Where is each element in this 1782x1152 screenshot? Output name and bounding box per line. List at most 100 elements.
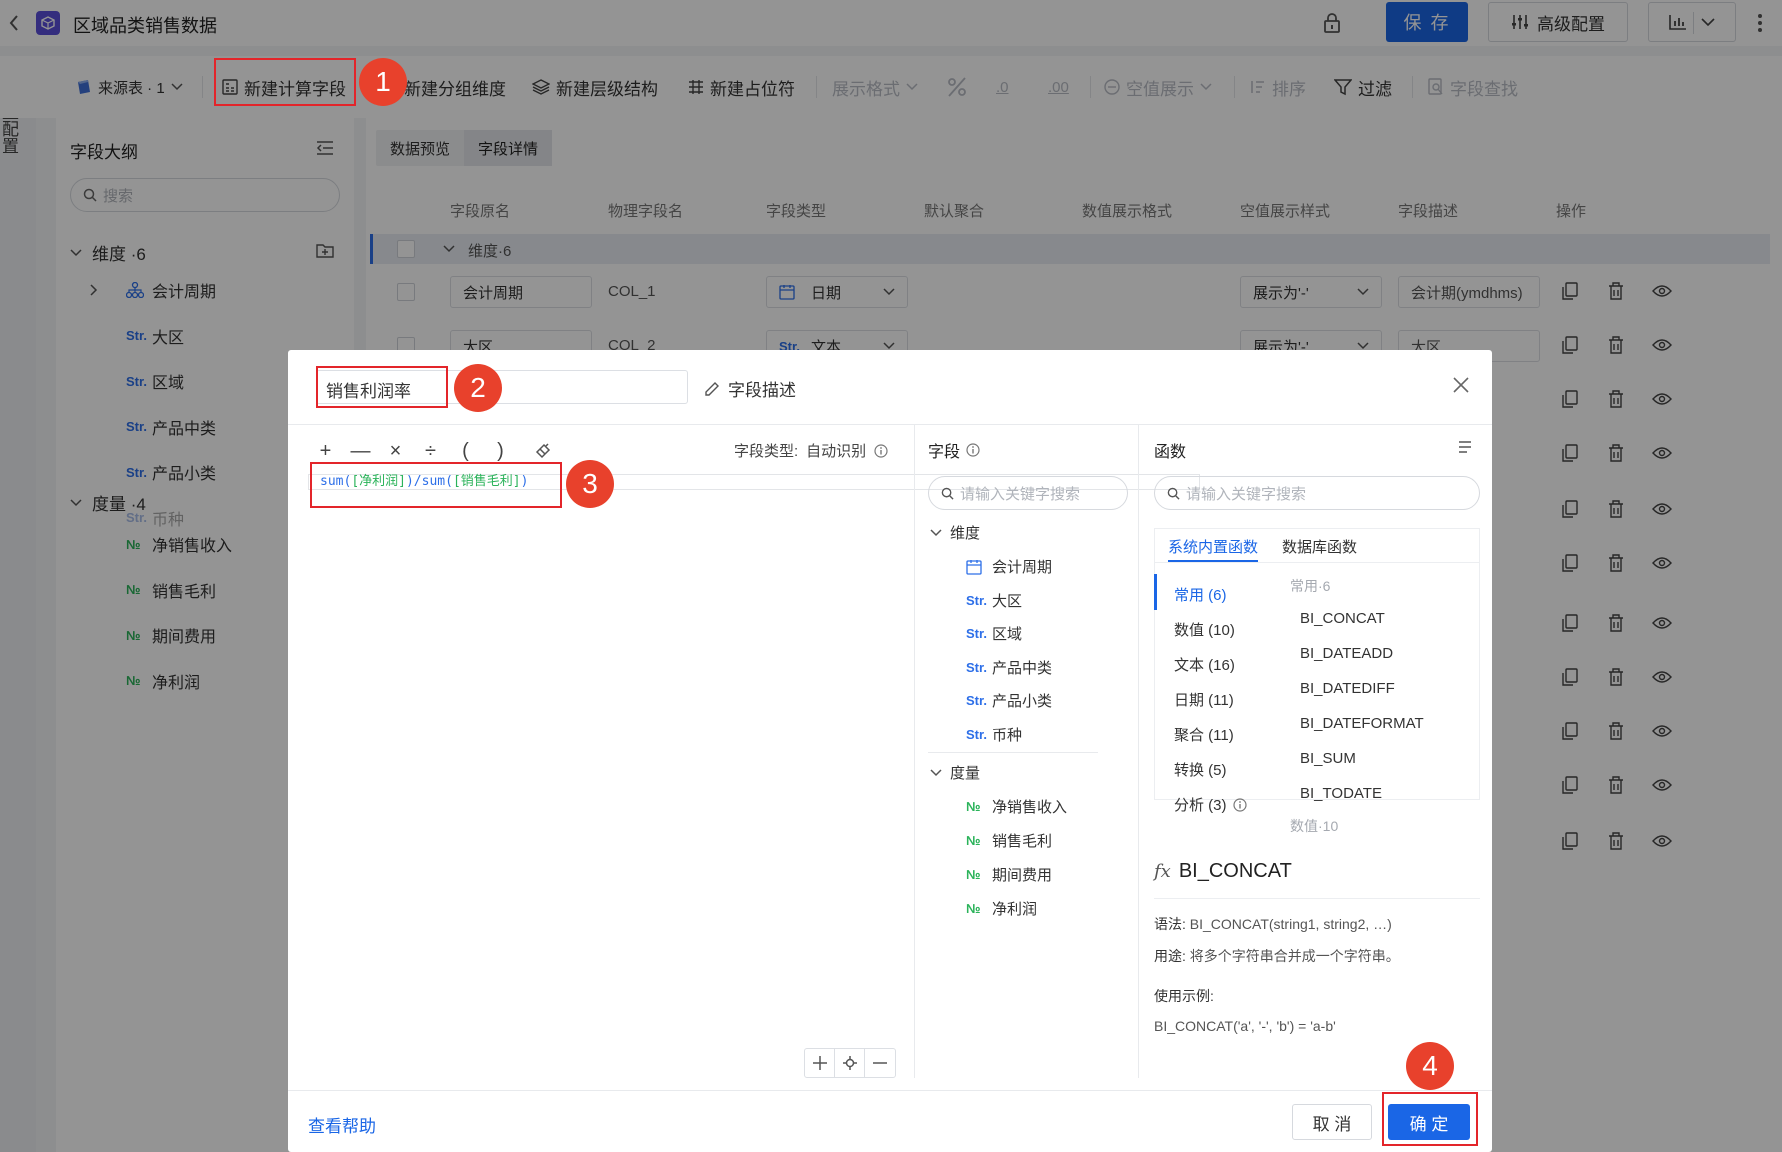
number-type-icon: № (966, 799, 981, 814)
calc-field-dialog: 销售利润率 2 字段描述 + — × ÷() 字段类型: 自动识别 sum([净利润]… (288, 350, 1492, 1152)
fields-title-label: 字段 (928, 444, 961, 461)
info-icon[interactable] (966, 443, 980, 457)
operator-button[interactable]: + (308, 440, 343, 463)
category-label: 数值 (10) (1174, 622, 1235, 639)
field-list-item[interactable]: № 期间费用 (966, 864, 1052, 885)
function-category[interactable]: 数值 (10) (1174, 619, 1235, 640)
search-placeholder: 请输入关键字搜索 (960, 485, 1081, 503)
function-category[interactable]: 聚合 (11) (1174, 724, 1234, 745)
numeric-list-header: 数值·10 (1290, 818, 1339, 834)
usage-label: 用途: (1154, 948, 1186, 964)
fx-icon: fx (1154, 861, 1171, 882)
number-type-icon: № (966, 901, 981, 916)
string-type-icon: Str. (966, 693, 987, 708)
field-item-label: 区域 (992, 626, 1023, 643)
function-syntax: 语法: BI_CONCAT(string1, string2, …) (1154, 914, 1392, 934)
function-item[interactable]: BI_SUM (1300, 750, 1356, 767)
function-item[interactable]: BI_CONCAT (1300, 610, 1385, 627)
annotation-box-1 (214, 58, 356, 106)
category-label: 日期 (11) (1174, 692, 1234, 709)
field-item-label: 销售毛利 (992, 833, 1053, 850)
fields-measure-header[interactable]: 度量 (930, 762, 980, 783)
field-list-item[interactable]: Str. 产品中类 (966, 657, 1052, 678)
annotation-box-4 (1382, 1092, 1478, 1146)
operator-button[interactable]: ÷ (413, 440, 448, 463)
zoom-in-icon[interactable] (805, 1049, 835, 1077)
tab-label: 数据库函数 (1282, 539, 1358, 556)
common-list-header: 常用·6 (1290, 578, 1331, 594)
operator-button[interactable]: ( (448, 440, 483, 463)
functions-panel-title: 函数 (1154, 444, 1187, 461)
field-list-item[interactable]: Str. 区域 (966, 623, 1022, 644)
chevron-down-icon (930, 528, 942, 537)
function-item[interactable]: BI_DATEADD (1300, 645, 1393, 662)
field-item-label: 产品小类 (992, 693, 1053, 710)
annotation-number: 4 (1422, 1050, 1438, 1081)
function-category[interactable]: 文本 (16) (1174, 654, 1235, 675)
category-label: 分析 (3) (1174, 797, 1227, 814)
field-type-value: 自动识别 (806, 443, 867, 460)
category-label: 文本 (16) (1174, 657, 1235, 674)
annotation-number: 1 (375, 66, 391, 97)
function-category[interactable]: 日期 (11) (1174, 689, 1234, 710)
close-icon[interactable] (1452, 376, 1470, 394)
operator-button[interactable]: — (343, 440, 378, 463)
tab-label: 系统内置函数 (1168, 539, 1259, 556)
function-category[interactable]: 转换 (5) (1174, 759, 1227, 780)
info-icon[interactable] (1232, 797, 1247, 812)
field-list-item[interactable]: 会计周期 (966, 556, 1052, 577)
fields-search-input[interactable]: 请输入关键字搜索 (928, 476, 1128, 510)
operator-button[interactable]: ) (483, 440, 518, 463)
function-item[interactable]: BI_TODATE (1300, 785, 1382, 802)
list-menu-icon[interactable] (1458, 440, 1472, 454)
search-placeholder: 请输入关键字搜索 (1186, 485, 1307, 503)
field-item-label: 期间费用 (992, 867, 1053, 884)
category-label: 聚合 (11) (1174, 727, 1234, 744)
field-list-item[interactable]: № 销售毛利 (966, 830, 1052, 851)
dimension-header-label: 维度 (950, 525, 981, 542)
measure-header-label: 度量 (950, 765, 981, 782)
field-list-item[interactable]: № 净利润 (966, 898, 1037, 919)
formula-editor[interactable] (308, 472, 1200, 912)
locate-icon[interactable] (835, 1049, 865, 1077)
help-link[interactable]: 查看帮助 (308, 1112, 376, 1137)
field-item-label: 币种 (992, 726, 1023, 744)
field-list-item[interactable]: Str. 产品小类 (966, 690, 1052, 711)
calendar-icon (966, 559, 992, 575)
field-desc-button[interactable]: 字段描述 (704, 376, 796, 401)
annotation-number: 3 (582, 468, 598, 499)
clear-formula-icon[interactable] (534, 442, 552, 460)
example-label: 使用示例: (1154, 988, 1214, 1004)
func-tab-system[interactable]: 系统内置函数 (1168, 536, 1258, 557)
field-item-label: 产品中类 (992, 659, 1053, 677)
fields-dimension-header[interactable]: 维度 (930, 522, 980, 543)
string-type-icon: Str. (966, 726, 987, 742)
cancel-button[interactable]: 取 消 (1292, 1104, 1372, 1140)
string-type-icon: Str. (966, 626, 987, 641)
func-tab-database[interactable]: 数据库函数 (1282, 536, 1357, 557)
search-icon (941, 487, 954, 500)
function-category[interactable]: 常用 (6) (1174, 584, 1227, 605)
annotation-box-3 (310, 462, 562, 508)
zoom-out-icon[interactable] (865, 1049, 895, 1077)
function-item[interactable]: BI_DATEDIFF (1300, 680, 1395, 697)
search-icon (1167, 487, 1180, 500)
function-category[interactable]: 分析 (3) (1174, 794, 1247, 815)
function-item[interactable]: BI_DATEFORMAT (1300, 715, 1424, 732)
field-list-item[interactable]: Str. 大区 (966, 590, 1022, 611)
syntax-label: 语法: (1154, 916, 1186, 932)
cancel-label: 取 消 (1312, 1114, 1352, 1134)
function-usage: 用途: 将多个字符串合并成一个字符串。 (1154, 946, 1400, 966)
field-list-item[interactable]: № 净销售收入 (966, 796, 1067, 817)
field-item-label: 大区 (992, 592, 1023, 610)
info-icon[interactable] (874, 443, 888, 458)
string-type-icon: Str. (966, 592, 987, 608)
field-list-item[interactable]: Str. 币种 (966, 724, 1022, 745)
field-type-label: 字段类型: (734, 443, 799, 460)
functions-search-input[interactable]: 请输入关键字搜索 (1154, 476, 1480, 510)
field-type-indicator: 字段类型: 自动识别 (734, 440, 888, 461)
field-item-label: 净销售收入 (992, 799, 1068, 816)
annotation-badge-3: 3 (566, 460, 614, 508)
edit-icon (704, 381, 720, 397)
operator-button[interactable]: × (378, 440, 413, 463)
